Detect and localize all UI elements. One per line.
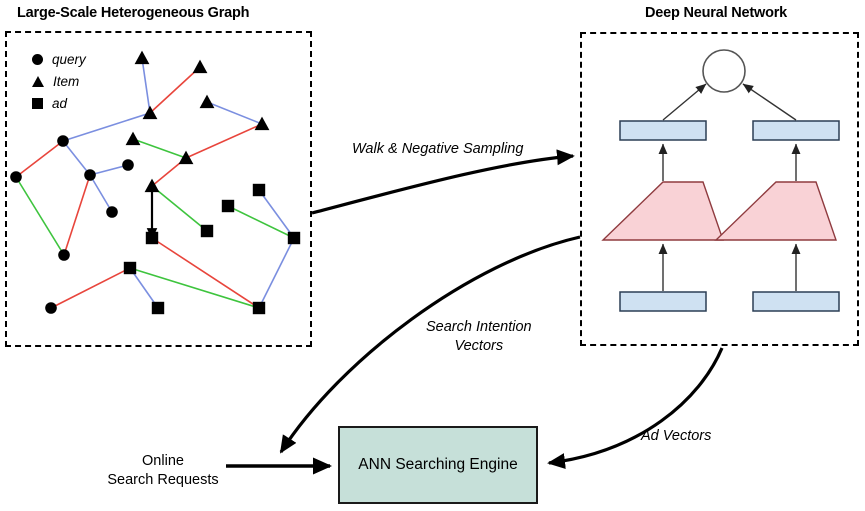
search-intention-line-2: Vectors [454, 338, 504, 354]
legend-label-query: query [52, 52, 86, 67]
dnn-panel-title: Deep Neural Network [645, 5, 788, 21]
square-icon [32, 98, 43, 109]
graph-panel-title: Large-Scale Heterogeneous Graph [17, 5, 250, 21]
ann-searching-engine-box[interactable]: ANN Searching Engine [338, 426, 538, 504]
legend-item-ad: ad [32, 96, 67, 111]
ann-searching-engine-label: ANN Searching Engine [358, 456, 518, 473]
online-search-requests-label: Online Search Requests [98, 452, 228, 490]
online-line-1: Online [142, 453, 184, 469]
circle-icon [32, 54, 43, 65]
ad-vectors-label: Ad Vectors [641, 428, 712, 444]
walk-sampling-arrow [311, 149, 575, 215]
legend-label-ad: ad [52, 96, 68, 111]
deep-neural-network-panel [580, 32, 859, 346]
diagram-canvas: Large-Scale Heterogeneous Graph Deep Neu… [0, 0, 865, 511]
search-intention-line-1: Search Intention [426, 319, 532, 335]
online-line-2: Search Requests [107, 472, 219, 488]
legend-item-item: Item [32, 74, 79, 89]
search-intention-vectors-label: Search Intention Vectors [426, 318, 532, 356]
triangle-icon [32, 76, 44, 87]
walk-negative-sampling-label: Walk & Negative Sampling [352, 141, 524, 157]
legend-item-query: query [32, 52, 86, 67]
legend-label-item: Item [53, 74, 80, 89]
